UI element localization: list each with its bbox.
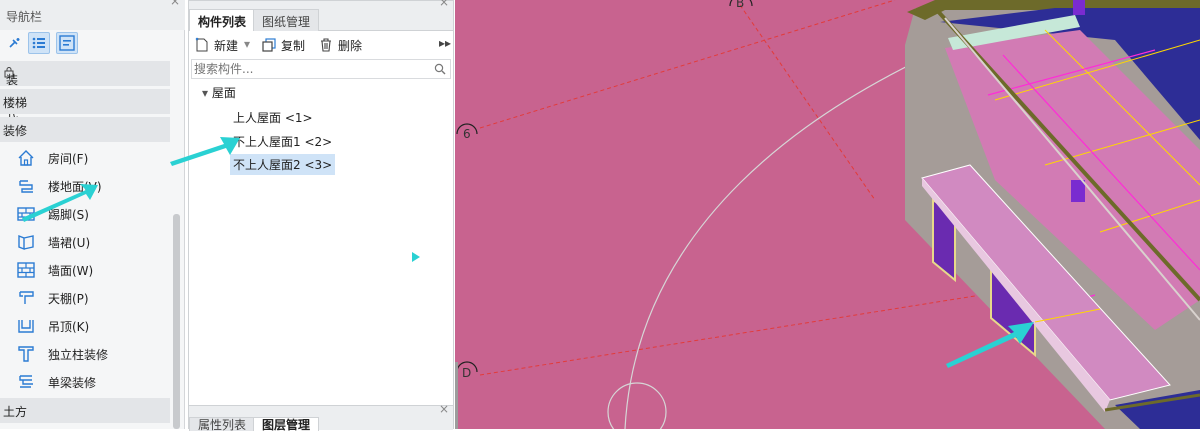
nav-item-label: 踢脚(S)	[48, 208, 89, 222]
house-icon	[18, 150, 34, 166]
suspended-ceiling-icon	[18, 320, 34, 333]
nav-item-floor[interactable]: 楼地面(V)	[0, 172, 170, 200]
close-icon[interactable]: ×	[170, 0, 180, 8]
ceiling-icon	[19, 291, 34, 304]
properties-tabs: 属性列表 图层管理	[189, 417, 453, 432]
dado-icon	[18, 234, 34, 251]
new-label: 新建	[214, 39, 239, 53]
category-stairs[interactable]: 楼梯	[0, 89, 170, 114]
beam-finish-icon	[19, 375, 33, 388]
new-icon	[195, 37, 208, 52]
category-earthwork[interactable]: 土方	[0, 398, 170, 423]
nav-title-bar: 导航栏 ×	[0, 0, 185, 30]
category-label: 楼梯	[3, 96, 28, 110]
orbit-circle	[607, 382, 667, 429]
panel-bottom-bar: ×	[189, 402, 453, 417]
nav-item-label: 单梁装修	[48, 376, 97, 390]
column-block	[1073, 0, 1085, 15]
nav-item-label: 吊顶(K)	[48, 320, 90, 334]
nav-item-ceiling[interactable]: 天棚(P)	[0, 284, 170, 312]
nav-item-dado[interactable]: 墙裙(U)	[0, 228, 170, 256]
wall-surface-icon	[17, 262, 35, 278]
delete-button[interactable]: 删除	[318, 36, 368, 54]
delete-label: 删除	[338, 39, 363, 53]
nav-toolbar	[0, 30, 185, 57]
copy-label: 复制	[281, 39, 306, 53]
search-input[interactable]	[194, 61, 424, 77]
copy-icon	[262, 38, 276, 52]
nav-item-room[interactable]: 房间(F)	[0, 144, 170, 172]
new-button[interactable]: 新建 ▾	[194, 36, 254, 54]
copy-button[interactable]: 复制	[261, 36, 311, 54]
tree-item-selected[interactable]: 不上人屋面2 <3>	[230, 154, 336, 175]
tree-group-label: 屋面	[211, 86, 236, 100]
column-block	[1071, 180, 1085, 202]
category-label: 土方	[3, 405, 28, 419]
list-view-icon[interactable]	[28, 32, 50, 54]
nav-item-label: 独立柱装修	[48, 348, 109, 362]
category-prefab[interactable]: 装配式	[0, 61, 170, 121]
component-toolbar: 新建 ▾ 复制 删除 ▸▸	[189, 32, 453, 58]
trash-icon	[321, 38, 331, 52]
nav-item-column-finish[interactable]: 独立柱装修	[0, 340, 170, 368]
baseboard-icon	[17, 207, 35, 221]
nav-item-beam-finish[interactable]: 单梁装修	[0, 368, 170, 396]
3d-viewport[interactable]: B 6 D	[455, 0, 1200, 429]
component-tabs: 构件列表 图纸管理	[189, 9, 453, 31]
component-search[interactable]	[191, 59, 451, 79]
nav-item-suspended-ceiling[interactable]: 吊顶(K)	[0, 312, 170, 340]
nav-item-label: 天棚(P)	[48, 292, 89, 306]
navigation-panel: 导航栏 × 装配式 楼梯 装修 房间(F) 楼地面(V) 踢脚(S) 墙裙(U)…	[0, 0, 185, 429]
tree-item[interactable]: 上人屋面 <1>	[233, 109, 313, 126]
panel-top-bar: ×	[189, 0, 453, 9]
more-icon[interactable]: ▸▸	[439, 36, 451, 54]
nav-item-label: 墙裙(U)	[48, 236, 91, 250]
tab-component-list[interactable]: 构件列表	[189, 9, 256, 31]
column-finish-icon	[18, 346, 34, 362]
detail-view-icon[interactable]	[56, 32, 78, 54]
tab-drawing-management[interactable]: 图纸管理	[253, 9, 320, 31]
component-list-panel: × 构件列表 图纸管理 新建 ▾ 复制 删除 ▸▸ ▾ 屋面 上人屋面 <1> …	[188, 0, 454, 432]
expand-icon[interactable]: ▾	[202, 86, 208, 100]
nav-item-baseboard[interactable]: 踢脚(S)	[0, 200, 170, 228]
nav-title: 导航栏	[6, 10, 43, 24]
axis-label-6: 6	[463, 127, 471, 141]
axis-label-d: D	[462, 366, 472, 380]
category-decoration[interactable]: 装修	[0, 117, 170, 142]
category-label: 装修	[3, 124, 28, 138]
nav-item-wall-surface[interactable]: 墙面(W)	[0, 256, 170, 284]
tree-group-roof[interactable]: ▾ 屋面	[202, 84, 236, 101]
sparkle-icon[interactable]	[4, 32, 26, 54]
close-icon[interactable]: ×	[439, 402, 449, 416]
viewport-edge	[455, 362, 458, 429]
dropdown-arrow-icon[interactable]: ▾	[244, 37, 250, 51]
close-icon[interactable]: ×	[439, 0, 449, 9]
floor-icon	[19, 180, 33, 193]
3d-scene[interactable]	[455, 0, 1200, 429]
nav-item-label: 墙面(W)	[48, 264, 94, 278]
tree-item[interactable]: 不上人屋面1 <2>	[233, 133, 332, 150]
nav-item-label: 楼地面(V)	[48, 180, 102, 194]
nav-scrollbar[interactable]	[173, 214, 180, 429]
nav-item-label: 房间(F)	[48, 152, 89, 166]
search-icon[interactable]	[434, 63, 446, 75]
axis-line	[739, 4, 876, 201]
play-marker-icon	[412, 252, 420, 262]
axis-label-b: B	[736, 0, 745, 10]
